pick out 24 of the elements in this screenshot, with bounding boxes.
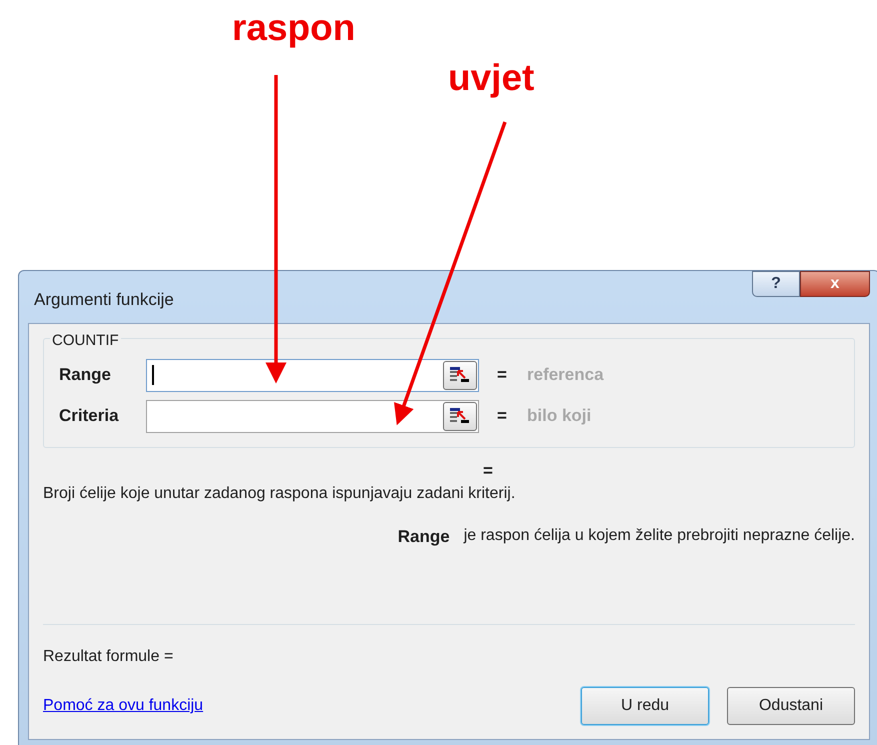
argument-label: Criteria <box>59 405 120 428</box>
argument-field[interactable] <box>146 400 479 432</box>
annotation-label: uvjet <box>448 56 534 100</box>
argument-label: Range <box>59 364 112 386</box>
help-button[interactable]: ? <box>752 271 800 297</box>
annotation-label: raspon <box>232 6 356 50</box>
equals-sign: = <box>483 460 493 480</box>
argument-description: je raspon ćelija u kojem želite prebrojiti neprazne ćelije. <box>464 526 855 546</box>
equals-sign: = <box>497 364 508 386</box>
formula-result: Rezultat formule = <box>43 647 174 667</box>
dialog-button[interactable]: Odustani <box>727 687 855 725</box>
collapse-dialog-button[interactable] <box>443 402 477 430</box>
argument-field[interactable] <box>146 358 479 392</box>
function-description: Broji ćelije koje unutar zadanog raspona ispunjavaju zadani kriterij. <box>43 484 516 504</box>
range-select-icon <box>450 367 470 383</box>
argument-name: Range <box>398 526 450 548</box>
argument-value: referenca <box>527 364 604 386</box>
equals-sign: = <box>497 405 508 428</box>
argument-value: bilo koji <box>527 405 592 428</box>
dialog-button[interactable]: U redu <box>581 687 709 725</box>
window-title: Argumenti funkcije <box>33 289 174 312</box>
help-link[interactable]: Pomoć za ovu funkciju <box>43 694 204 718</box>
collapse-dialog-button[interactable] <box>443 360 477 390</box>
range-select-icon <box>450 408 470 424</box>
